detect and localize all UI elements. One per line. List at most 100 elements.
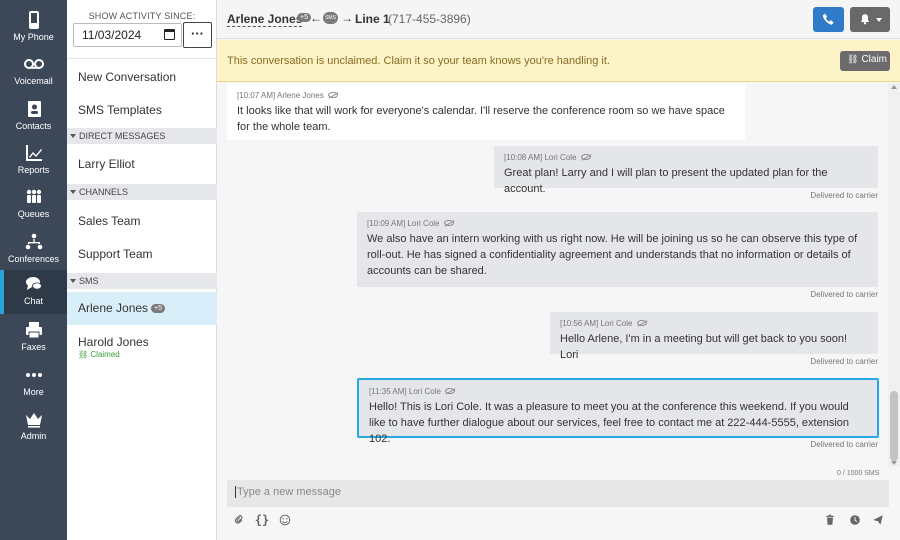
nav-label: Reports [17, 165, 50, 175]
show-activity-since-label: SHOW ACTIVITY SINCE: [88, 11, 196, 21]
nav-conferences[interactable]: Conferences [0, 228, 67, 272]
hidden-eye-icon [443, 220, 454, 226]
hidden-eye-icon [580, 154, 591, 160]
contact-name-link[interactable]: Arlene Jones [227, 12, 303, 27]
line-name: Line 1 [355, 12, 390, 26]
sms-item-label: Arlene Jones [78, 301, 149, 315]
message-time: [10:56 AM] [560, 319, 599, 328]
unclaimed-banner-text: This conversation is unclaimed. Claim it… [227, 55, 610, 67]
contacts-icon [0, 99, 67, 119]
nav-faxes[interactable]: Faxes [0, 316, 67, 360]
nav-my-phone[interactable]: My Phone [0, 6, 67, 50]
queues-icon [0, 187, 67, 207]
claim-button-label: Claim [861, 54, 887, 65]
message-author: Arlene Jones [277, 91, 324, 100]
nav-label: Admin [20, 431, 47, 441]
conversation-header: Arlene Jones +5 ← SMS → Line 1 (717-455-… [217, 0, 900, 39]
send-icon[interactable] [870, 512, 886, 528]
channel-item-sales-team[interactable]: Sales Team [67, 205, 217, 238]
conferences-icon [0, 232, 67, 252]
phone-icon [822, 13, 834, 25]
message-outgoing: [10:08 AM] Lori Cole Great plan! Larry a… [494, 146, 878, 195]
message-author: Lori Cole [600, 319, 633, 328]
message-meta: [11:35 AM] Lori Cole [369, 386, 867, 397]
notifications-button[interactable] [850, 7, 890, 32]
crown-icon [0, 409, 67, 429]
emoji-icon[interactable] [277, 512, 293, 528]
collapse-caret-icon [70, 134, 76, 138]
message-meta: [10:09 AM] Lori Cole [367, 218, 868, 229]
calendar-icon[interactable] [164, 29, 175, 40]
nav-reports[interactable]: Reports [0, 139, 67, 183]
nav-label: Queues [17, 209, 50, 219]
nav-label: More [23, 387, 44, 397]
channel-item-label: Support Team [78, 247, 153, 261]
message-time: [10:07 AM] [237, 91, 276, 100]
paperclip-icon[interactable] [232, 512, 248, 528]
new-conversation-link[interactable]: New Conversation [78, 70, 176, 84]
nav-voicemail[interactable]: Voicemail [0, 50, 67, 94]
nav-more[interactable]: More [0, 361, 67, 405]
hidden-eye-icon [444, 388, 455, 394]
chevron-down-icon [876, 18, 882, 22]
nav-admin[interactable]: Admin [0, 405, 67, 449]
divider [67, 58, 217, 59]
nav-contacts[interactable]: Contacts [0, 95, 67, 139]
hidden-eye-icon [327, 92, 338, 98]
more-icon [0, 365, 67, 385]
message-list[interactable]: [10:07 AM] Arlene Jones It looks like th… [217, 83, 888, 467]
claimed-status-label: Claimed [90, 350, 120, 359]
more-options-button[interactable]: ··· [183, 22, 212, 48]
scroll-down-arrow-icon[interactable] [891, 461, 897, 465]
delivery-status: Delivered to carrier [810, 191, 878, 200]
trash-icon[interactable] [822, 512, 838, 528]
channels-header[interactable]: CHANNELS [67, 184, 217, 200]
reports-icon [0, 143, 67, 163]
channel-item-support-team[interactable]: Support Team [67, 238, 217, 271]
scrollbar-thumb[interactable] [890, 391, 898, 461]
delivery-status: Delivered to carrier [810, 290, 878, 299]
message-outgoing: [10:56 AM] Lori Cole Hello Arlene, I'm i… [550, 312, 878, 361]
phone-icon [0, 10, 67, 30]
link-icon: ⛓ [847, 54, 859, 64]
nav-label: Faxes [21, 342, 46, 352]
line-number: (717-455-3896) [388, 12, 471, 26]
scroll-up-arrow-icon[interactable] [891, 85, 897, 89]
sms-item-label: Harold Jones [78, 335, 149, 349]
sms-header[interactable]: SMS [67, 273, 217, 289]
link-icon: ⛓ [78, 350, 91, 359]
nav-label: Chat [23, 296, 43, 306]
nav-label: Conferences [7, 254, 60, 264]
nav-chat[interactable]: Chat [0, 270, 67, 314]
fax-icon [0, 320, 67, 340]
activity-date-input[interactable]: 11/03/2024 [73, 23, 182, 47]
direct-item-larry-elliot[interactable]: Larry Elliot [67, 148, 217, 181]
conversation-sidebar: SHOW ACTIVITY SINCE: 11/03/2024 ··· New … [67, 0, 217, 540]
sms-templates-link[interactable]: SMS Templates [78, 103, 162, 117]
message-input[interactable]: Type a new message [235, 486, 341, 498]
claim-button[interactable]: ⛓ Claim [840, 51, 890, 71]
message-meta: [10:08 AM] Lori Cole [504, 152, 868, 163]
code-braces-icon[interactable]: {} [254, 512, 270, 528]
voicemail-icon [0, 54, 67, 74]
message-meta: [10:56 AM] Lori Cole [560, 318, 868, 329]
sms-item-arlene-jones[interactable]: Arlene Jones +5 [67, 292, 217, 325]
channel-item-label: Sales Team [78, 214, 141, 228]
clock-icon[interactable] [847, 512, 863, 528]
message-composer[interactable]: Type a new message [227, 480, 889, 507]
message-outgoing-selected[interactable]: [11:35 AM] Lori Cole Hello! This is Lori… [357, 378, 879, 445]
message-meta: [10:07 AM] Arlene Jones [237, 90, 735, 101]
message-incoming: [10:07 AM] Arlene Jones It looks like th… [227, 84, 745, 140]
date-value: 11/03/2024 [82, 28, 142, 42]
call-button[interactable] [813, 7, 844, 32]
direct-messages-header[interactable]: DIRECT MESSAGES [67, 128, 217, 144]
section-header-label: DIRECT MESSAGES [79, 131, 166, 141]
collapse-caret-icon [70, 279, 76, 283]
collapse-caret-icon [70, 190, 76, 194]
nav-queues[interactable]: Queues [0, 183, 67, 227]
message-author: Lori Cole [408, 387, 441, 396]
message-scrollbar[interactable] [888, 83, 900, 467]
message-text: Hello! This is Lori Cole. It was a pleas… [369, 401, 850, 445]
section-header-label: SMS [79, 276, 99, 286]
sms-item-harold-jones[interactable]: Harold Jones ⛓ Claimed [67, 326, 217, 366]
